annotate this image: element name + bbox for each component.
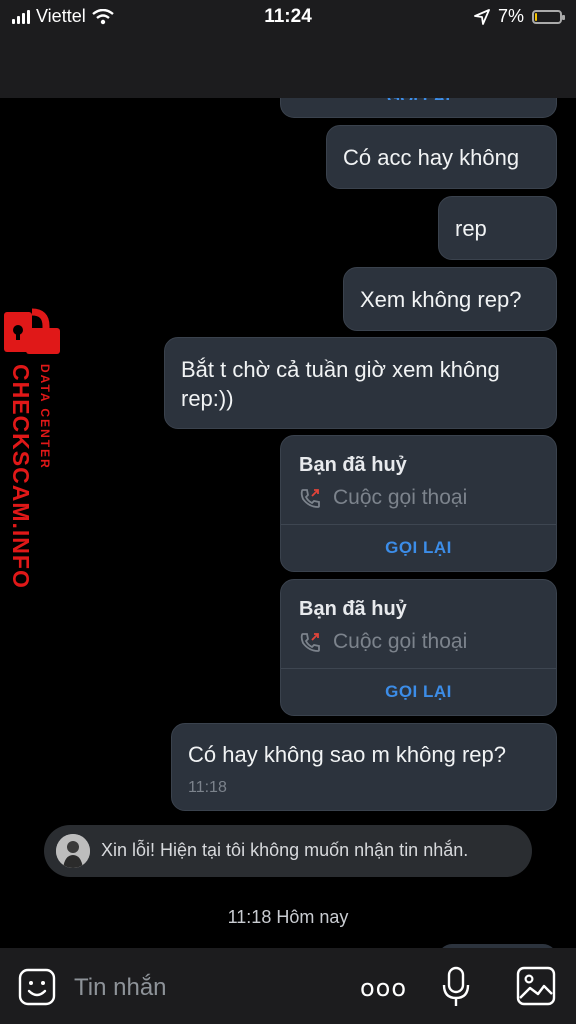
image-gallery-icon[interactable] bbox=[516, 966, 556, 1006]
phone-call-icon[interactable] bbox=[368, 46, 408, 82]
message-time: 11:18 bbox=[188, 779, 227, 796]
message-bubble[interactable]: Có acc hay không bbox=[326, 125, 557, 189]
message-text: Bắt t chờ cả tuần giờ xem không rep:)) bbox=[181, 357, 500, 411]
microphone-icon[interactable] bbox=[440, 966, 472, 1008]
watermark-line1: DATA CENTER bbox=[38, 364, 52, 470]
sticker-icon[interactable] bbox=[18, 968, 56, 1006]
system-notice: Xin lỗi! Hiện tại tôi không muốn nhận ti… bbox=[44, 825, 532, 877]
callback-button[interactable]: GỌI LẠI bbox=[281, 88, 556, 100]
message-text: Có acc hay không bbox=[343, 145, 520, 170]
contact-name[interactable]: Duy bbox=[84, 38, 130, 69]
call-type: Cuộc gọi thoại bbox=[333, 630, 468, 653]
call-type: Cuộc gọi thoại bbox=[333, 486, 468, 509]
missed-call-icon bbox=[300, 633, 320, 652]
avatar[interactable] bbox=[56, 834, 90, 868]
message-bubble[interactable]: rep bbox=[438, 196, 557, 260]
menu-list-icon[interactable] bbox=[522, 46, 562, 82]
call-card[interactable]: Bạn đã huỷ Cuộc gọi thoại GỌI LẠI bbox=[280, 435, 557, 572]
location-arrow-icon bbox=[474, 8, 490, 25]
back-arrow-icon[interactable] bbox=[18, 46, 48, 82]
message-text: Có hay không sao m không rep? bbox=[188, 742, 506, 767]
video-call-icon[interactable] bbox=[444, 46, 484, 82]
message-text: rep bbox=[455, 216, 487, 241]
callback-button[interactable]: GỌI LẠI bbox=[281, 682, 556, 702]
more-options-icon[interactable]: ooo bbox=[360, 974, 407, 1002]
lock-icon bbox=[4, 308, 60, 354]
message-text: Xem không rep? bbox=[360, 287, 522, 312]
watermark: DATA CENTER CHECKSCAM.INFO bbox=[2, 308, 64, 598]
divider bbox=[281, 524, 556, 525]
call-card-partial: GỌI LẠI bbox=[280, 86, 557, 118]
status-bar: Viettel 11:24 7% bbox=[0, 0, 576, 32]
divider bbox=[281, 668, 556, 669]
date-separator: 11:18 Hôm nay bbox=[227, 907, 349, 927]
message-bubble[interactable]: Bắt t chờ cả tuần giờ xem không rep:)) bbox=[164, 337, 557, 429]
message-bubble[interactable]: Có hay không sao m không rep? 11:18 bbox=[171, 723, 557, 811]
callback-button[interactable]: GỌI LẠI bbox=[281, 538, 556, 558]
input-bar: Tin nhắn ooo bbox=[0, 948, 576, 1024]
last-seen-status: Truy cập 5 phút trước bbox=[84, 70, 248, 89]
system-notice-text: Xin lỗi! Hiện tại tôi không muốn nhận ti… bbox=[101, 840, 469, 860]
battery-icon bbox=[532, 9, 565, 24]
message-input[interactable]: Tin nhắn bbox=[74, 974, 167, 1002]
missed-call-icon bbox=[300, 489, 320, 508]
message-bubble[interactable]: Xem không rep? bbox=[343, 267, 557, 331]
call-card[interactable]: Bạn đã huỷ Cuộc gọi thoại GỌI LẠI bbox=[280, 579, 557, 716]
call-status-title: Bạn đã huỷ bbox=[299, 454, 407, 476]
call-status-title: Bạn đã huỷ bbox=[299, 598, 407, 620]
watermark-line2: CHECKSCAM.INFO bbox=[8, 364, 34, 589]
battery-percent: 7% bbox=[497, 6, 524, 26]
